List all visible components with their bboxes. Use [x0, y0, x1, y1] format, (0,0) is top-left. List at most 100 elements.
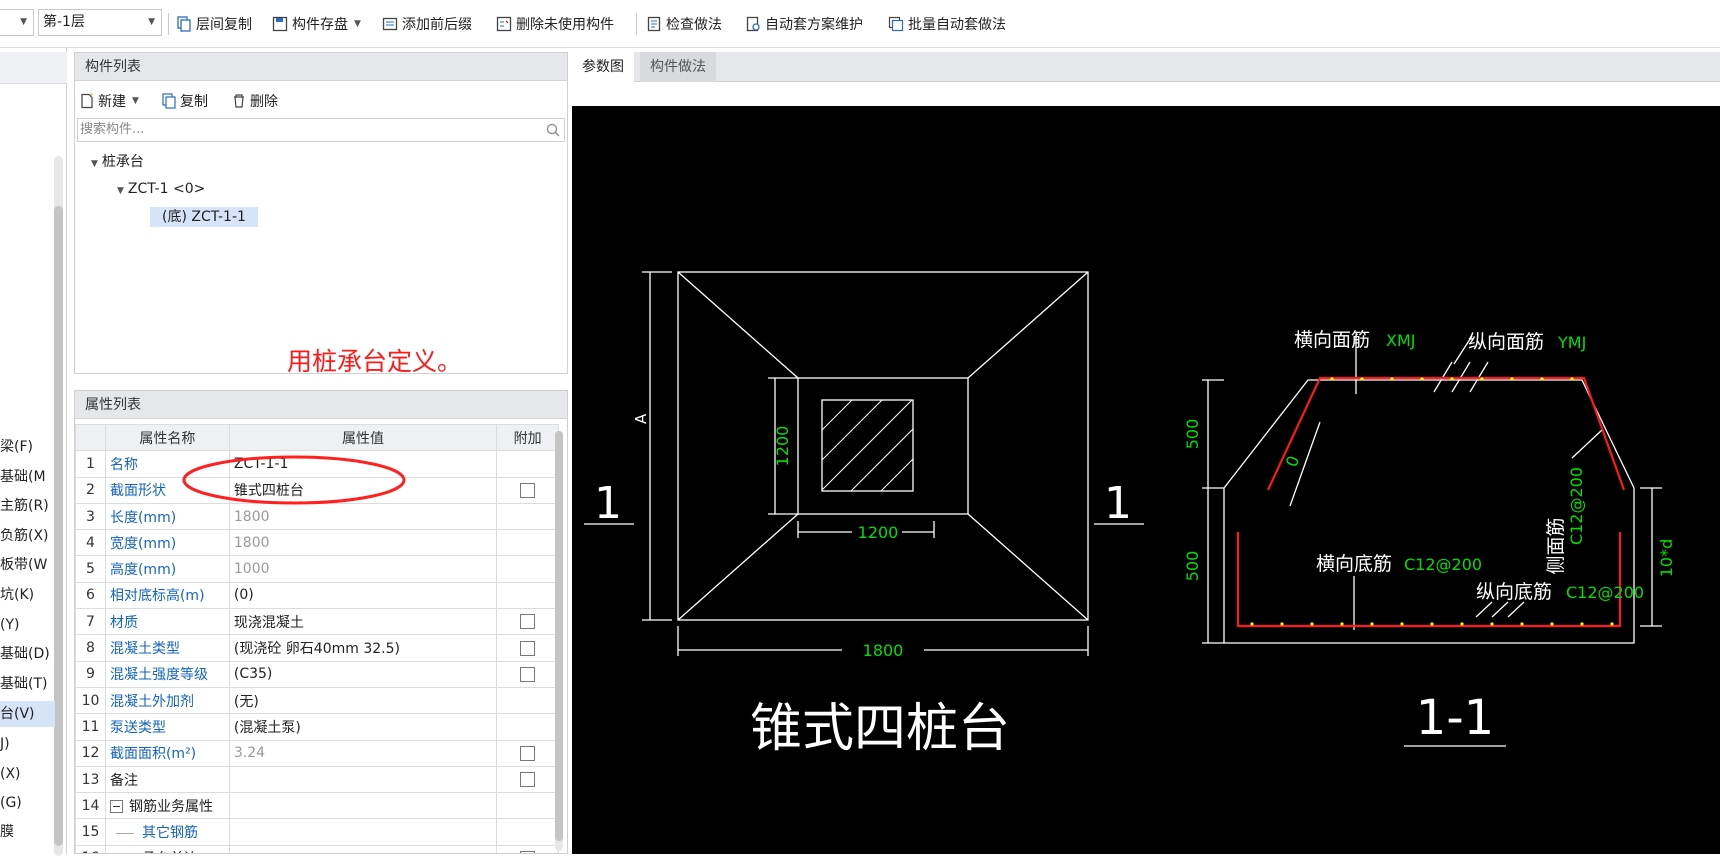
nav-item[interactable]: 板带(W [0, 552, 55, 578]
property-value[interactable]: 1800 [228, 529, 498, 557]
floor-select[interactable]: 第-1层 ▼ [38, 9, 162, 36]
property-value[interactable]: (混凝土泵) [228, 713, 498, 741]
property-scrollbar-thumb[interactable] [555, 431, 563, 841]
dim-label-1200v: 1200 [773, 426, 792, 467]
column-section [821, 399, 914, 492]
add-prefix-suffix-button[interactable]: 添加前后缀 [382, 12, 472, 36]
property-value[interactable]: 1000 [228, 555, 498, 583]
extra-checkbox[interactable] [520, 772, 536, 787]
collapse-icon[interactable]: ▼ [91, 159, 98, 169]
property-value[interactable]: (0) [228, 581, 498, 610]
extra-checkbox[interactable] [520, 482, 536, 498]
row-index: 16 [75, 844, 106, 853]
tab-param-diagram[interactable]: 参数图 [572, 52, 634, 82]
property-value[interactable]: 3.24 [228, 739, 498, 767]
nav-scrollbar[interactable] [54, 156, 63, 856]
property-row[interactable]: 7 材质 现浇混凝土 [75, 608, 559, 636]
toolbar-divider [636, 13, 637, 35]
nav-item[interactable]: 膜 [0, 819, 55, 845]
extra-checkbox[interactable] [520, 640, 536, 656]
property-value[interactable] [228, 792, 498, 820]
nav-item[interactable]: (G) [0, 790, 55, 816]
cad-svg: A 1200 1200 1800 1 1 锥式四桩台 1-1 500 500 1… [584, 271, 1676, 759]
property-extra-cell [496, 476, 559, 504]
property-extra-cell [496, 608, 559, 636]
nav-item[interactable]: (X) [0, 761, 55, 787]
property-value[interactable]: 现浇混凝土 [228, 608, 498, 636]
property-row[interactable]: 12 截面面积(m²) 3.24 [75, 739, 559, 767]
nav-item[interactable]: 坑(K) [0, 582, 55, 608]
property-row[interactable]: 10 混凝土外加剂 (无) [75, 686, 559, 715]
property-name: 混凝土强度等级 [109, 667, 208, 684]
property-extra-cell [496, 555, 559, 583]
nav-item[interactable]: 台(V) [0, 701, 55, 727]
tree-node-root[interactable]: ▼ 桩承台 [91, 151, 144, 171]
search-input[interactable]: 搜索构件... [77, 118, 565, 142]
property-row[interactable]: 5 高度(mm) 1000 [75, 555, 559, 583]
property-value[interactable]: (现浇砼 卵石40mm 32.5) [228, 634, 498, 662]
extra-checkbox[interactable] [520, 666, 536, 682]
property-row[interactable]: 8 混凝土类型 (现浇砼 卵石40mm 32.5) [75, 634, 559, 662]
nav-item[interactable]: 基础(T) [0, 671, 55, 697]
property-row[interactable]: 14− 钢筋业务属性 [75, 792, 559, 820]
nav-scrollbar-thumb[interactable] [54, 206, 63, 846]
row-index: 12 [75, 739, 106, 767]
nav-item[interactable]: 梁(F) [0, 434, 55, 460]
tree-child-label: ZCT-1 <0> [127, 181, 206, 197]
check-method-button[interactable]: 检查做法 [646, 12, 722, 36]
property-row[interactable]: 13 备注 [75, 765, 559, 794]
tree-node-leaf[interactable]: (底) ZCT-1-1 [150, 206, 258, 227]
rebar-dots [1250, 377, 1614, 626]
row-index: 7 [75, 608, 106, 636]
new-document-icon [81, 93, 93, 109]
property-row[interactable]: 15 其它钢筋 [75, 818, 559, 846]
property-name-cell: 混凝土强度等级 [104, 660, 230, 688]
copy-button[interactable]: 复制 [161, 89, 208, 113]
property-name-cell: 混凝土外加剂 [104, 686, 230, 715]
list-icon [382, 17, 398, 31]
plan-edge [677, 513, 799, 621]
property-row[interactable]: 11 泵送类型 (混凝土泵) [75, 713, 559, 741]
component-list-panel: 构件列表 新建 ▼ 复制 删除 搜索构件... ▼ 桩承台 ▼ ZCT-1 <0> … [74, 52, 568, 374]
batch-auto-method-button[interactable]: 批量自动套做法 [888, 12, 1006, 36]
property-row[interactable]: 6 相对底标高(m) (0) [75, 581, 559, 610]
component-type-combo[interactable]: ▼ [0, 9, 34, 36]
delete-unused-button[interactable]: 删除未使用构件 [496, 12, 614, 36]
property-value[interactable] [228, 844, 498, 853]
property-scrollbar[interactable] [555, 431, 563, 851]
auto-scheme-button[interactable]: 自动套方案维护 [745, 12, 863, 36]
property-extra-cell [496, 502, 559, 531]
property-row[interactable]: 9 混凝土强度等级 (C35) [75, 660, 559, 688]
property-value[interactable] [228, 765, 498, 794]
collapse-icon[interactable]: ▼ [117, 186, 124, 196]
nav-item[interactable]: (Y) [0, 612, 55, 638]
tree-node-child[interactable]: ▼ ZCT-1 <0> [117, 181, 205, 197]
property-value[interactable]: (C35) [228, 660, 498, 688]
nav-item[interactable]: 基础(M [0, 464, 55, 490]
checklist-icon [647, 16, 661, 32]
save-component-button[interactable]: 构件存盘 ▼ [272, 12, 361, 36]
property-name: 泵送类型 [109, 719, 166, 736]
property-row[interactable]: 4 宽度(mm) 1800 [75, 529, 559, 557]
extra-checkbox[interactable] [520, 745, 536, 761]
toolbar: ▼ 第-1层 ▼ 层间复制 构件存盘 ▼ 添加前后缀 删除未使用构件 检查做法 … [0, 0, 1720, 48]
property-value[interactable]: (无) [228, 686, 498, 715]
component-type-nav: 梁(F) 基础(M 主筋(R) 负筋(X) 板带(W 坑(K) (Y) 基础(D) 基础(T) 台… [0, 48, 67, 856]
chevron-down-icon: ▼ [354, 19, 361, 29]
nav-item[interactable]: 主筋(R) [0, 493, 55, 519]
extra-checkbox[interactable] [520, 614, 536, 630]
collapse-icon[interactable]: − [109, 800, 123, 814]
property-row[interactable]: 16承台单边 [75, 844, 559, 853]
tab-component-method[interactable]: 构件做法 [640, 52, 716, 82]
new-button[interactable]: 新建 ▼ [79, 89, 139, 113]
nav-item[interactable]: 负筋(X) [0, 523, 55, 549]
tree-root-label: 桩承台 [101, 154, 144, 170]
property-name: 备注 [109, 772, 138, 789]
property-value[interactable] [228, 818, 498, 846]
row-index: 8 [75, 634, 106, 662]
nav-item[interactable]: J) [0, 731, 55, 757]
row-index: 15 [75, 818, 106, 846]
delete-button[interactable]: 删除 [231, 89, 278, 113]
floor-copy-button[interactable]: 层间复制 [176, 12, 252, 36]
nav-item[interactable]: 基础(D) [0, 641, 55, 667]
